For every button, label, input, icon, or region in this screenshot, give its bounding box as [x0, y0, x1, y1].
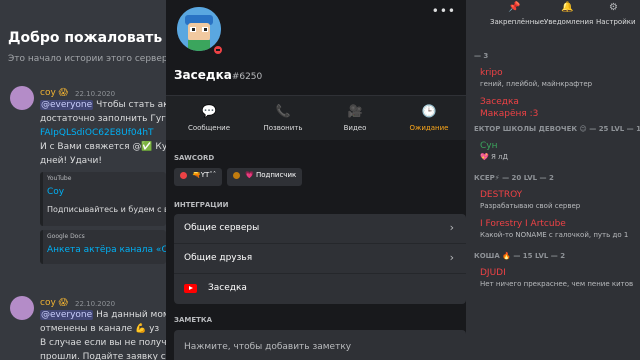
- message-line: дней! Удачи!: [40, 156, 102, 166]
- profile-username: Заседка#6250: [174, 68, 263, 82]
- profile-actions-bar: 💬 Сообщение 📞 Позвонить 🎥 Видео 🕒 Ожидан…: [166, 95, 466, 140]
- message-line: В случае если вы не получил: [40, 338, 166, 348]
- pin-icon[interactable]: 📌: [508, 2, 520, 13]
- member-list-panel: 📌 Закреплённые 🔔 Уведомления ⚙ Настройки…: [466, 0, 640, 360]
- google-docs-embed: Google Docs Анкета актёра канала «Coy: [40, 230, 166, 264]
- role-badge[interactable]: 💗 Подписчик: [227, 168, 303, 186]
- member-status: Разрабатываю свой сервер: [480, 202, 581, 210]
- call-button-label: Позвонить: [263, 124, 303, 132]
- message-line: @everyone На данный момен: [40, 310, 166, 320]
- more-options-icon[interactable]: •••: [432, 4, 456, 18]
- message-line: прошли. Подайте заявку с: [40, 352, 166, 360]
- message-button[interactable]: 💬 Сообщение: [174, 104, 244, 132]
- pinned-label[interactable]: Закреплённые: [490, 18, 544, 26]
- everyone-mention[interactable]: @everyone: [40, 100, 94, 110]
- everyone-mention[interactable]: @everyone: [40, 310, 94, 320]
- youtube-connection-label: Заседка: [208, 283, 247, 293]
- message-button-label: Сообщение: [187, 124, 231, 132]
- member-name[interactable]: DJUDI: [480, 268, 506, 278]
- member-name[interactable]: Сун: [480, 141, 498, 151]
- profile-discriminator: #6250: [231, 72, 263, 82]
- embed-provider[interactable]: YouTube: [47, 175, 166, 182]
- message-author[interactable]: coy 😱: [40, 88, 68, 98]
- mutual-friends-row[interactable]: Общие друзья ›: [174, 244, 466, 274]
- member-category-header: КСЕР⚡ — 20 LVL — 2: [474, 174, 554, 182]
- gear-icon[interactable]: ⚙: [609, 2, 618, 13]
- embed-provider[interactable]: Google Docs: [47, 233, 166, 240]
- member-category-header: — 3: [474, 52, 489, 60]
- video-button[interactable]: 🎥 Видео: [320, 104, 390, 132]
- note-title: ЗАМЕТКА: [174, 316, 213, 324]
- member-name[interactable]: Заседка: [480, 97, 519, 107]
- member-name[interactable]: kripo: [480, 68, 503, 78]
- mutual-servers-label: Общие серверы: [184, 223, 260, 233]
- youtube-icon: [184, 284, 197, 293]
- bell-icon[interactable]: 🔔: [561, 2, 573, 13]
- role-dot: [180, 171, 187, 179]
- message-link[interactable]: FAIpQLSdiOC62E8Uf04hT: [40, 128, 154, 138]
- member-status: гений, плейбой, майнкрафтер: [480, 80, 593, 88]
- video-icon: 🎥: [347, 104, 363, 118]
- embed-title[interactable]: Coy: [47, 187, 166, 197]
- member-category-header: ЕКТОР ШКОЛЫ ДЕВОЧЕК 😉 — 25 LVL — 1: [474, 125, 640, 133]
- message-avatar[interactable]: [10, 296, 34, 320]
- welcome-title: Добро пожаловать на с: [8, 30, 166, 46]
- app-root: Добро пожаловать на с Это начало истории…: [0, 0, 640, 360]
- member-name[interactable]: Макарёня :3: [480, 109, 538, 119]
- message-timestamp: 22.10.2020: [75, 300, 116, 308]
- mutual-servers-row[interactable]: Общие серверы ›: [174, 214, 466, 244]
- youtube-connection-row[interactable]: Заседка: [174, 274, 466, 304]
- server-roles-title: SAWCORD: [174, 154, 215, 162]
- message-line: @everyone Чтобы стать актё: [40, 100, 166, 110]
- mutual-friends-label: Общие друзья: [184, 253, 253, 263]
- settings-label[interactable]: Настройки: [596, 18, 636, 26]
- notifications-label[interactable]: Уведомления: [544, 18, 593, 26]
- welcome-subtitle: Это начало истории этого сервера.: [8, 54, 166, 64]
- member-status: Нет ничего прекраснее, чем пение китов: [480, 280, 634, 288]
- message-avatar[interactable]: [10, 86, 34, 110]
- member-status: Какой-то NONAME с галочкой, путь до 1: [480, 231, 629, 239]
- message-line: достаточно заполнить Гугл Ф: [40, 114, 166, 124]
- note-input[interactable]: Нажмите, чтобы добавить заметку: [174, 330, 466, 360]
- phone-icon: 📞: [275, 104, 291, 118]
- clock-icon: 🕒: [421, 104, 437, 118]
- embed-description: Подписывайтесь и будем с вам: [47, 205, 166, 214]
- member-category-header: КОША 🔥 — 15 LVL — 2: [474, 252, 566, 260]
- chat-area: Добро пожаловать на с Это начало истории…: [0, 0, 166, 360]
- dnd-status-icon: [212, 44, 224, 56]
- member-name[interactable]: DESTROY: [480, 190, 522, 200]
- message-timestamp: 22.10.2020: [75, 90, 116, 98]
- member-name[interactable]: I Forestry I Artcube: [480, 219, 566, 229]
- pending-button-label: Ожидание: [409, 124, 449, 132]
- video-button-label: Видео: [343, 124, 367, 132]
- role-dot: [233, 171, 240, 179]
- role-badge[interactable]: 🔫YTˆˆ: [174, 168, 223, 186]
- chevron-right-icon: ›: [449, 251, 454, 264]
- integrations-title: ИНТЕГРАЦИИ: [174, 201, 229, 209]
- chevron-right-icon: ›: [449, 221, 454, 234]
- message-author[interactable]: coy 😱: [40, 298, 68, 308]
- user-profile-popout: ••• Заседка#6250 💬 Сообщение 📞 Позвонить…: [166, 0, 466, 360]
- message-icon: 💬: [201, 104, 217, 118]
- pending-button[interactable]: 🕒 Ожидание: [394, 104, 464, 132]
- youtube-embed: YouTube Coy Подписывайтесь и будем с вам: [40, 172, 166, 226]
- embed-title[interactable]: Анкета актёра канала «Coy: [47, 245, 166, 255]
- message-line: И с Вами свяжется @✅ Кур: [40, 142, 166, 152]
- message-line: отменены в канале 💪 уз: [40, 324, 160, 334]
- call-button[interactable]: 📞 Позвонить: [248, 104, 318, 132]
- member-status: 💖 Я лД: [480, 153, 508, 161]
- integrations-card: Общие серверы › Общие друзья › Заседка: [174, 214, 466, 304]
